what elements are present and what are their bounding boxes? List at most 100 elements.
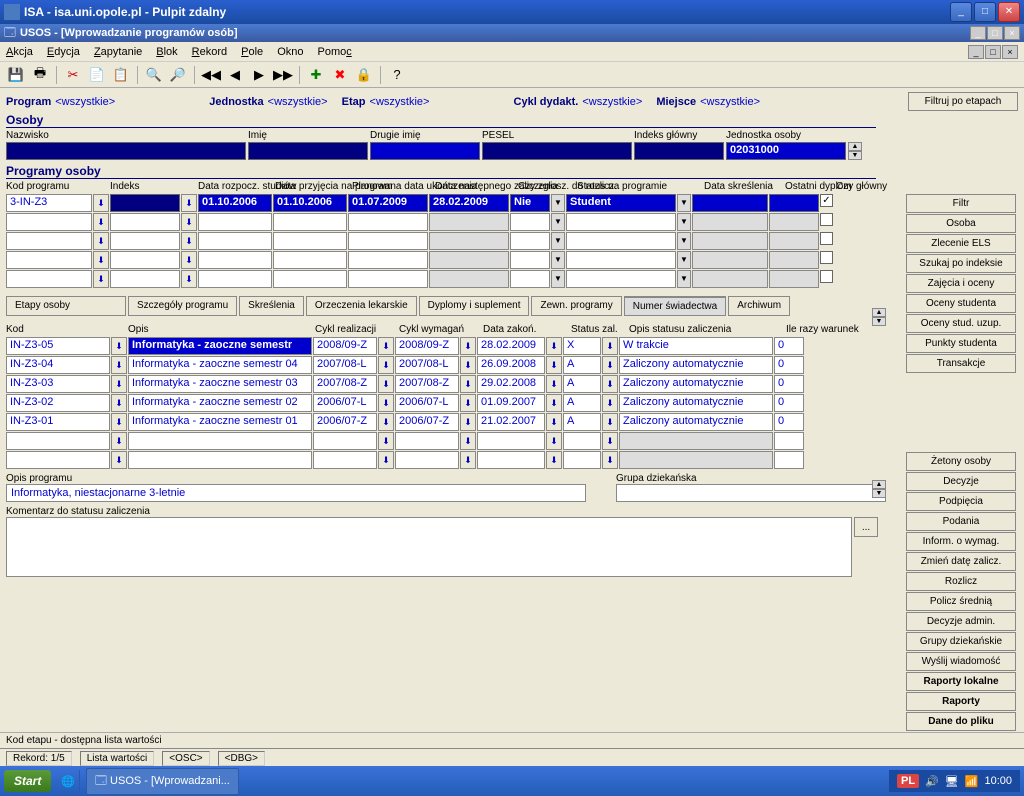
etapy-opisstat-field[interactable] xyxy=(619,451,773,469)
search-icon[interactable]: 🔍 xyxy=(144,65,164,85)
menu-zapytanie[interactable]: Zapytanie xyxy=(94,46,142,58)
etapy-opisstat-field[interactable]: W trakcie xyxy=(619,337,773,355)
decyzje-button[interactable]: Decyzje xyxy=(906,472,1016,491)
czy-glowny-checkbox[interactable] xyxy=(820,270,833,283)
ost-dyp-field[interactable] xyxy=(769,213,819,231)
mdi-restore[interactable]: □ xyxy=(987,26,1003,40)
lov-button[interactable]: ⬇ xyxy=(546,337,562,355)
data-rozp-field[interactable] xyxy=(198,213,272,231)
start-button[interactable]: Start xyxy=(4,770,51,792)
lov-button[interactable]: ⬇ xyxy=(111,337,127,355)
combo-arrow-icon[interactable]: ▼ xyxy=(677,251,691,269)
tab-szczegoly[interactable]: Szczegóły programu xyxy=(128,296,237,316)
etapy-opis-field[interactable]: Informatyka - zaoczne semestr xyxy=(128,337,312,355)
plan-ukon-field[interactable] xyxy=(348,251,428,269)
lov-button[interactable]: ⬇ xyxy=(378,337,394,355)
etapy-opis-field[interactable] xyxy=(128,432,312,450)
data-przyj-field[interactable]: 01.10.2006 xyxy=(273,194,347,212)
status-field[interactable] xyxy=(566,213,676,231)
data-rozp-field[interactable]: 01.10.2006 xyxy=(198,194,272,212)
etapy-statusz-field[interactable] xyxy=(563,451,601,469)
szukaj-button[interactable]: Szukaj po indeksie xyxy=(906,254,1016,273)
data-skr-field[interactable] xyxy=(692,213,768,231)
tab-skreslenia[interactable]: Skreślenia xyxy=(239,296,304,316)
etapy-dataz-field[interactable]: 29.02.2008 xyxy=(477,375,545,393)
etapy-statusz-field[interactable]: A xyxy=(563,375,601,393)
data-nast-field[interactable] xyxy=(429,270,509,288)
quicklaunch-ie-icon[interactable]: 🌐 xyxy=(57,772,79,791)
kod-prog-field[interactable] xyxy=(6,251,92,269)
zetony-button[interactable]: Żetony osoby xyxy=(906,452,1016,471)
etapy-cyklw-field[interactable]: 2007/08-L xyxy=(395,356,459,374)
next-icon[interactable]: ▶ xyxy=(249,65,269,85)
add-icon[interactable]: ✚ xyxy=(306,65,326,85)
komentarz-field[interactable] xyxy=(6,517,852,577)
osoby-down[interactable]: ▼ xyxy=(848,151,862,160)
etapy-ilerazy-field[interactable]: 0 xyxy=(774,375,804,393)
tab-dyplomy[interactable]: Dyplomy i suplement xyxy=(419,296,530,316)
lov-button[interactable]: ⬇ xyxy=(93,270,109,288)
etapy-opis-field[interactable]: Informatyka - zaoczne semestr 02 xyxy=(128,394,312,412)
etapy-opisstat-field[interactable]: Zaliczony automatycznie xyxy=(619,394,773,412)
komentarz-ellipsis[interactable]: ... xyxy=(854,517,878,537)
zlecenie-button[interactable]: Zlecenie ELS xyxy=(906,234,1016,253)
plan-ukon-field[interactable]: 01.07.2009 xyxy=(348,194,428,212)
lang-indicator[interactable]: PL xyxy=(897,774,919,788)
plan-ukon-field[interactable] xyxy=(348,213,428,231)
filter-cykl-value[interactable]: <wszystkie> xyxy=(582,96,652,108)
rozlicz-button[interactable]: Rozlicz xyxy=(906,572,1016,591)
filter-jednostka-value[interactable]: <wszystkie> xyxy=(268,96,338,108)
etapy-opis-field[interactable] xyxy=(128,451,312,469)
copy-icon[interactable]: 📄 xyxy=(87,65,107,85)
menu-akcja[interactable]: Akcja xyxy=(6,46,33,58)
raporty-button[interactable]: Raporty xyxy=(906,692,1016,711)
lov-button[interactable]: ⬇ xyxy=(602,356,618,374)
lov-button[interactable]: ⬇ xyxy=(111,356,127,374)
etapy-ilerazy-field[interactable]: 0 xyxy=(774,394,804,412)
policz-button[interactable]: Policz średnią xyxy=(906,592,1016,611)
tab-archiwum[interactable]: Archiwum xyxy=(728,296,790,316)
menu-pole[interactable]: Pole xyxy=(241,46,263,58)
tab-orzeczenia[interactable]: Orzeczenia lekarskie xyxy=(306,296,417,316)
etapy-dataz-field[interactable]: 26.09.2008 xyxy=(477,356,545,374)
help-icon[interactable]: ? xyxy=(387,65,407,85)
indeks-field[interactable] xyxy=(110,251,180,269)
menu-blok[interactable]: Blok xyxy=(156,46,177,58)
etapy-cyklw-field[interactable] xyxy=(395,451,459,469)
etapy-cyklw-field[interactable]: 2006/07-L xyxy=(395,394,459,412)
data-skr-field[interactable] xyxy=(692,194,768,212)
lov-button[interactable]: ⬇ xyxy=(602,375,618,393)
data-przyj-field[interactable] xyxy=(273,232,347,250)
etapy-statusz-field[interactable]: A xyxy=(563,394,601,412)
etapy-dataz-field[interactable]: 21.02.2007 xyxy=(477,413,545,431)
decyzje-admin-button[interactable]: Decyzje admin. xyxy=(906,612,1016,631)
tray-icon-1[interactable]: 🔊 xyxy=(925,775,939,788)
etapy-kod-field[interactable]: IN-Z3-04 xyxy=(6,356,110,374)
etapy-opisstat-field[interactable]: Zaliczony automatycznie xyxy=(619,375,773,393)
etapy-up[interactable]: ▲ xyxy=(872,480,886,489)
status-field[interactable] xyxy=(566,232,676,250)
lov-button[interactable]: ⬇ xyxy=(111,413,127,431)
etapy-opisstat-field[interactable]: Zaliczony automatycznie xyxy=(619,356,773,374)
lov-button[interactable]: ⬇ xyxy=(93,251,109,269)
doc-restore[interactable]: □ xyxy=(985,45,1001,59)
oceny-studenta-button[interactable]: Oceny studenta xyxy=(906,294,1016,313)
etapy-kod-field[interactable] xyxy=(6,432,110,450)
lov-button[interactable]: ⬇ xyxy=(546,413,562,431)
lock-icon[interactable]: 🔒 xyxy=(354,65,374,85)
czy-glowny-checkbox[interactable] xyxy=(820,251,833,264)
maximize-button[interactable]: □ xyxy=(974,2,996,22)
lov-button[interactable]: ⬇ xyxy=(546,451,562,469)
lov-button[interactable]: ⬇ xyxy=(378,394,394,412)
etapy-statusz-field[interactable]: X xyxy=(563,337,601,355)
plan-ukon-field[interactable] xyxy=(348,270,428,288)
lov-button[interactable]: ⬇ xyxy=(602,337,618,355)
menu-pomoc[interactable]: Pomoc xyxy=(317,46,351,58)
combo-arrow-icon[interactable]: ▼ xyxy=(677,232,691,250)
lov-button[interactable]: ⬇ xyxy=(602,451,618,469)
lov-button[interactable]: ⬇ xyxy=(378,356,394,374)
data-skr-field[interactable] xyxy=(692,232,768,250)
etapy-cyklr-field[interactable]: 2007/08-Z xyxy=(313,375,377,393)
taskbar-app[interactable]: 🗔 USOS - [Wprowadzani... xyxy=(86,768,239,795)
lov-button[interactable]: ⬇ xyxy=(546,356,562,374)
